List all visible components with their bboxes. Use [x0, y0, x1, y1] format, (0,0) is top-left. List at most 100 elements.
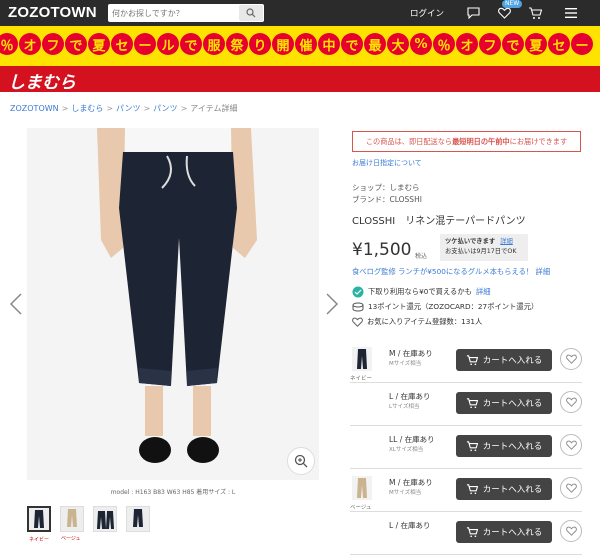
delivery-notice: この商品は、即日配送なら最短明日の午前中にお届けできます: [352, 131, 581, 152]
heart-outline-icon: [565, 526, 577, 536]
thumbnail-strip: ネイビー ベージュ: [27, 506, 150, 543]
zozotown-logo[interactable]: ZOZOTOWN: [8, 4, 97, 21]
zoom-button[interactable]: [287, 447, 315, 475]
brand-bar: しまむら: [0, 66, 600, 93]
search-button[interactable]: [239, 5, 263, 21]
breadcrumb-item: アイテム詳細: [190, 104, 238, 113]
banner-char: ％: [0, 33, 18, 55]
add-to-cart-label: カートへ入れる: [482, 528, 543, 538]
cart-icon: [466, 397, 478, 408]
deferred-payment-box: ツケ払いできます 詳細 お支払いは9月17日でOK: [440, 234, 528, 261]
banner-char: 大: [387, 33, 409, 55]
login-link[interactable]: ログイン: [410, 7, 444, 19]
add-to-cart-label: カートへ入れる: [482, 356, 543, 366]
notice-highlight: 最短明日の午前中: [452, 137, 510, 146]
trade-in-row: 下取り利用なら¥0で買えるかも 詳細: [352, 286, 491, 298]
thumbnail-beige[interactable]: ベージュ: [60, 506, 84, 542]
banner-char: ル: [157, 33, 179, 55]
banner-char: フ: [42, 33, 64, 55]
banner-text: ％オフで夏セールで服祭り開催中で最大% ％オフで夏セー: [0, 33, 594, 55]
sku-size-stock: M / 在庫あり: [389, 478, 433, 487]
banner-char: で: [65, 33, 87, 55]
banner-char: ー: [571, 33, 593, 55]
brand-name[interactable]: ブランド：CLOSSHI: [352, 194, 422, 205]
cart-icon: [466, 440, 478, 451]
sku-row: L / 在庫あり カートへ入れる: [350, 515, 582, 555]
add-to-cart-button[interactable]: カートへ入れる: [456, 435, 552, 457]
banner-char: 祭: [226, 33, 248, 55]
product-main-image[interactable]: [27, 128, 319, 480]
breadcrumb-item[interactable]: パンツ: [116, 104, 140, 113]
menu-icon[interactable]: [563, 5, 579, 21]
shop-name[interactable]: ショップ：しまむら: [352, 182, 420, 193]
brand-logo[interactable]: しまむら: [8, 68, 76, 93]
sku-color-label: ネイビー: [350, 376, 373, 382]
banner-char: ％: [433, 33, 455, 55]
sale-banner[interactable]: ％オフで夏セールで服祭り開催中で最大% ％オフで夏セー: [0, 26, 600, 66]
breadcrumb-separator: >: [61, 104, 69, 113]
sku-size-equivalent: Mサイズ相当: [389, 490, 422, 496]
thumbnail-detail-2[interactable]: [126, 506, 150, 532]
search-input[interactable]: [112, 6, 237, 20]
banner-char: 中: [318, 33, 340, 55]
banner-char: %: [410, 33, 432, 55]
banner-char: で: [180, 33, 202, 55]
banner-char: オ: [456, 33, 478, 55]
thumb-label: ベージュ: [61, 536, 81, 542]
model-info: model : H163 B83 W63 H85 着用サイズ : L: [110, 489, 236, 496]
add-favorite-button[interactable]: [560, 348, 582, 370]
banner-char: 服: [203, 33, 225, 55]
banner-char: 夏: [525, 33, 547, 55]
add-to-cart-label: カートへ入れる: [482, 399, 543, 409]
breadcrumb: ZOZOTOWN > しまむら > パンツ > パンツ > アイテム詳細: [10, 103, 237, 114]
add-to-cart-button[interactable]: カートへ入れる: [456, 349, 552, 371]
heart-outline-icon: [565, 397, 577, 407]
thumbnail-navy[interactable]: ネイビー: [27, 506, 51, 543]
breadcrumb-separator: >: [143, 104, 151, 113]
sku-color-label: ベージュ: [350, 505, 372, 511]
banner-char: 夏: [88, 33, 110, 55]
banner-char: で: [502, 33, 524, 55]
breadcrumb-separator: >: [180, 104, 188, 113]
notice-text-end: にお届けできます: [509, 137, 568, 146]
add-favorite-button[interactable]: [560, 520, 582, 542]
breadcrumb-item[interactable]: パンツ: [153, 104, 177, 113]
sku-color-image: [352, 347, 372, 371]
breadcrumb-item[interactable]: ZOZOTOWN: [10, 104, 59, 113]
add-to-cart-button[interactable]: カートへ入れる: [456, 521, 552, 543]
message-icon[interactable]: [465, 5, 481, 21]
sku-row: ネイビー M / 在庫あり Mサイズ相当 カートへ入れる: [350, 343, 582, 383]
tsuke-detail-link[interactable]: 詳細: [500, 238, 513, 245]
heart-outline-icon: [352, 317, 363, 327]
thumbnail-detail-1[interactable]: [93, 506, 117, 532]
add-favorite-button[interactable]: [560, 477, 582, 499]
cart-icon[interactable]: [527, 5, 543, 21]
banner-char: セ: [548, 33, 570, 55]
pants-photo: [27, 128, 319, 480]
breadcrumb-item[interactable]: しまむら: [71, 104, 103, 113]
heart-outline-icon: [565, 440, 577, 450]
banner-char: オ: [19, 33, 41, 55]
add-to-cart-button[interactable]: カートへ入れる: [456, 392, 552, 414]
add-to-cart-button[interactable]: カートへ入れる: [456, 478, 552, 500]
banner-char: セ: [111, 33, 133, 55]
points-text: 13ポイント還元（ZOZOCARD：27ポイント還元）: [368, 302, 539, 311]
next-image-arrow[interactable]: [325, 292, 339, 316]
prev-image-arrow[interactable]: [9, 292, 23, 316]
cart-icon: [466, 526, 478, 537]
tsuke-subtext: お支払いは9月17日でOK: [445, 248, 517, 255]
sku-color-image: [352, 476, 372, 500]
add-favorite-button[interactable]: [560, 391, 582, 413]
banner-char: ー: [134, 33, 156, 55]
favorites-count-row: お気に入りアイテム登録数：131人: [352, 317, 482, 327]
sku-size-stock: LL / 在庫あり: [389, 435, 435, 444]
add-to-cart-label: カートへ入れる: [482, 442, 543, 452]
new-badge: NEW: [502, 0, 523, 8]
gourmet-promo-link[interactable]: 食べログ監修 ランチが¥500になるグルメ本もらえる！ 詳細: [352, 267, 550, 277]
add-favorite-button[interactable]: [560, 434, 582, 456]
trade-in-detail-link[interactable]: 詳細: [476, 287, 491, 297]
product-title: CLOSSHI リネン混テーパードパンツ: [352, 216, 526, 227]
zoom-icon: [294, 454, 308, 468]
add-to-cart-label: カートへ入れる: [482, 485, 543, 495]
delivery-date-link[interactable]: お届け日指定について: [352, 158, 422, 168]
